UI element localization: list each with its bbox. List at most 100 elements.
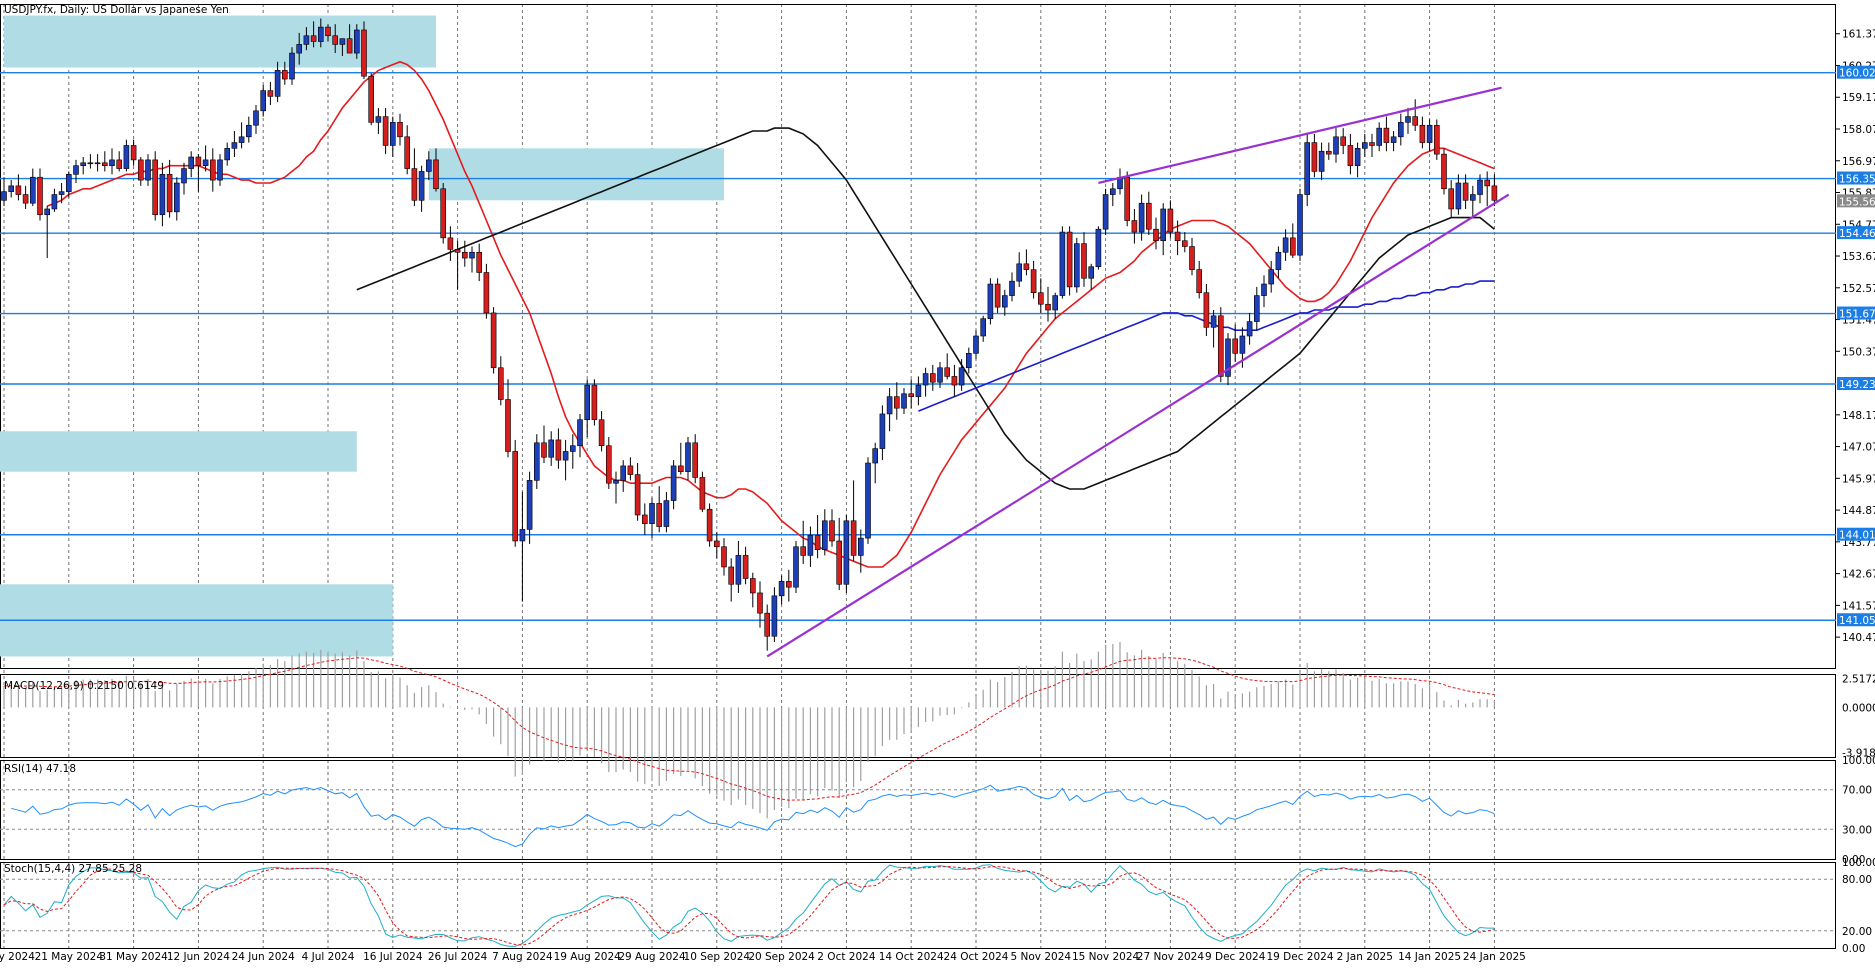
- candle-body[interactable]: [138, 159, 144, 181]
- candle-body[interactable]: [850, 520, 857, 556]
- candles[interactable]: [1, 18, 1498, 651]
- candle-body[interactable]: [1477, 179, 1483, 195]
- candle-body[interactable]: [80, 162, 86, 166]
- candle-body[interactable]: [1016, 263, 1023, 282]
- candle-body[interactable]: [663, 500, 670, 527]
- candle-body[interactable]: [332, 35, 339, 45]
- candle-body[interactable]: [476, 251, 483, 273]
- candle-body[interactable]: [303, 35, 310, 45]
- candle-body[interactable]: [1160, 208, 1166, 242]
- candle-body[interactable]: [1441, 153, 1447, 190]
- candle-body[interactable]: [382, 116, 389, 146]
- candle-body[interactable]: [1023, 263, 1030, 270]
- candle-body[interactable]: [188, 156, 194, 169]
- candle-body[interactable]: [807, 534, 814, 556]
- candle-body[interactable]: [929, 373, 936, 383]
- candle-body[interactable]: [1470, 194, 1476, 201]
- candle-body[interactable]: [685, 442, 691, 472]
- candle-body[interactable]: [829, 520, 835, 542]
- candle-body[interactable]: [1304, 142, 1310, 195]
- candle-body[interactable]: [634, 474, 641, 516]
- candle-body[interactable]: [102, 162, 108, 166]
- candle-body[interactable]: [433, 159, 439, 190]
- candle-body[interactable]: [706, 508, 713, 542]
- candle-body[interactable]: [1052, 295, 1058, 311]
- candle-body[interactable]: [22, 194, 29, 204]
- candle-body[interactable]: [771, 595, 778, 637]
- candle-body[interactable]: [886, 396, 893, 415]
- candle-body[interactable]: [253, 110, 259, 126]
- candle-body[interactable]: [202, 159, 209, 166]
- candle-body[interactable]: [353, 29, 360, 54]
- candle-body[interactable]: [123, 145, 130, 169]
- candle-body[interactable]: [908, 393, 915, 397]
- candle-body[interactable]: [1318, 150, 1325, 172]
- candle-body[interactable]: [418, 171, 425, 201]
- candle-body[interactable]: [577, 419, 583, 447]
- candle-body[interactable]: [469, 251, 475, 259]
- candle-body[interactable]: [944, 367, 951, 377]
- trendline[interactable]: [766, 193, 1510, 658]
- candle-body[interactable]: [562, 451, 569, 461]
- candle-body[interactable]: [757, 592, 763, 614]
- candle-body[interactable]: [800, 546, 807, 556]
- candle-body[interactable]: [620, 465, 627, 481]
- candle-body[interactable]: [641, 514, 648, 524]
- candle-body[interactable]: [591, 384, 598, 421]
- candle-body[interactable]: [1074, 243, 1080, 288]
- candle-body[interactable]: [627, 465, 634, 475]
- candle-body[interactable]: [1038, 292, 1044, 305]
- candle-body[interactable]: [526, 480, 533, 530]
- candle-body[interactable]: [548, 439, 555, 458]
- candle-body[interactable]: [584, 384, 591, 421]
- candle-body[interactable]: [1369, 142, 1375, 146]
- candle-body[interactable]: [1102, 194, 1109, 230]
- candle-body[interactable]: [1210, 315, 1217, 328]
- candle-body[interactable]: [1059, 231, 1066, 296]
- candle-body[interactable]: [289, 52, 295, 80]
- candle-body[interactable]: [246, 124, 252, 138]
- candle-body[interactable]: [656, 503, 663, 527]
- candle-body[interactable]: [267, 90, 274, 97]
- candle-body[interactable]: [1419, 124, 1426, 143]
- candle-body[interactable]: [1153, 228, 1159, 242]
- candle-body[interactable]: [461, 251, 468, 259]
- candle-body[interactable]: [598, 419, 605, 447]
- candle-body[interactable]: [1246, 321, 1253, 337]
- candle-body[interactable]: [728, 566, 735, 585]
- candle-body[interactable]: [1066, 231, 1073, 288]
- candle-body[interactable]: [857, 537, 864, 556]
- candle-body[interactable]: [483, 272, 490, 314]
- candle-body[interactable]: [901, 393, 907, 409]
- candle-body[interactable]: [1491, 185, 1498, 201]
- candle-body[interactable]: [1390, 136, 1397, 143]
- candle-body[interactable]: [325, 26, 331, 37]
- candle-body[interactable]: [29, 176, 36, 204]
- candle-body[interactable]: [37, 176, 43, 216]
- candle-body[interactable]: [497, 367, 504, 400]
- candle-body[interactable]: [346, 38, 353, 54]
- candle-body[interactable]: [1110, 188, 1116, 195]
- candle-body[interactable]: [692, 442, 699, 478]
- candle-body[interactable]: [1232, 338, 1238, 354]
- candle-body[interactable]: [1412, 116, 1418, 126]
- candle-body[interactable]: [317, 26, 324, 42]
- candle-body[interactable]: [361, 29, 367, 77]
- candle-body[interactable]: [677, 465, 684, 472]
- candle-body[interactable]: [1182, 240, 1188, 247]
- candle-body[interactable]: [1268, 269, 1274, 285]
- candle-body[interactable]: [231, 142, 238, 149]
- candle-body[interactable]: [1448, 188, 1454, 210]
- candle-body[interactable]: [1376, 127, 1382, 146]
- candle-body[interactable]: [1347, 145, 1354, 166]
- chart-canvas[interactable]: 9 May 202421 May 202431 May 202412 Jun 2…: [0, 0, 1875, 964]
- candle-body[interactable]: [1001, 295, 1008, 308]
- candle-body[interactable]: [512, 451, 519, 542]
- candle-body[interactable]: [73, 165, 79, 175]
- candle-body[interactable]: [1174, 231, 1181, 242]
- candle-body[interactable]: [735, 555, 742, 585]
- candle-body[interactable]: [1455, 182, 1462, 210]
- candle-body[interactable]: [1196, 269, 1202, 293]
- candle-body[interactable]: [1, 191, 7, 201]
- candle-body[interactable]: [490, 312, 497, 369]
